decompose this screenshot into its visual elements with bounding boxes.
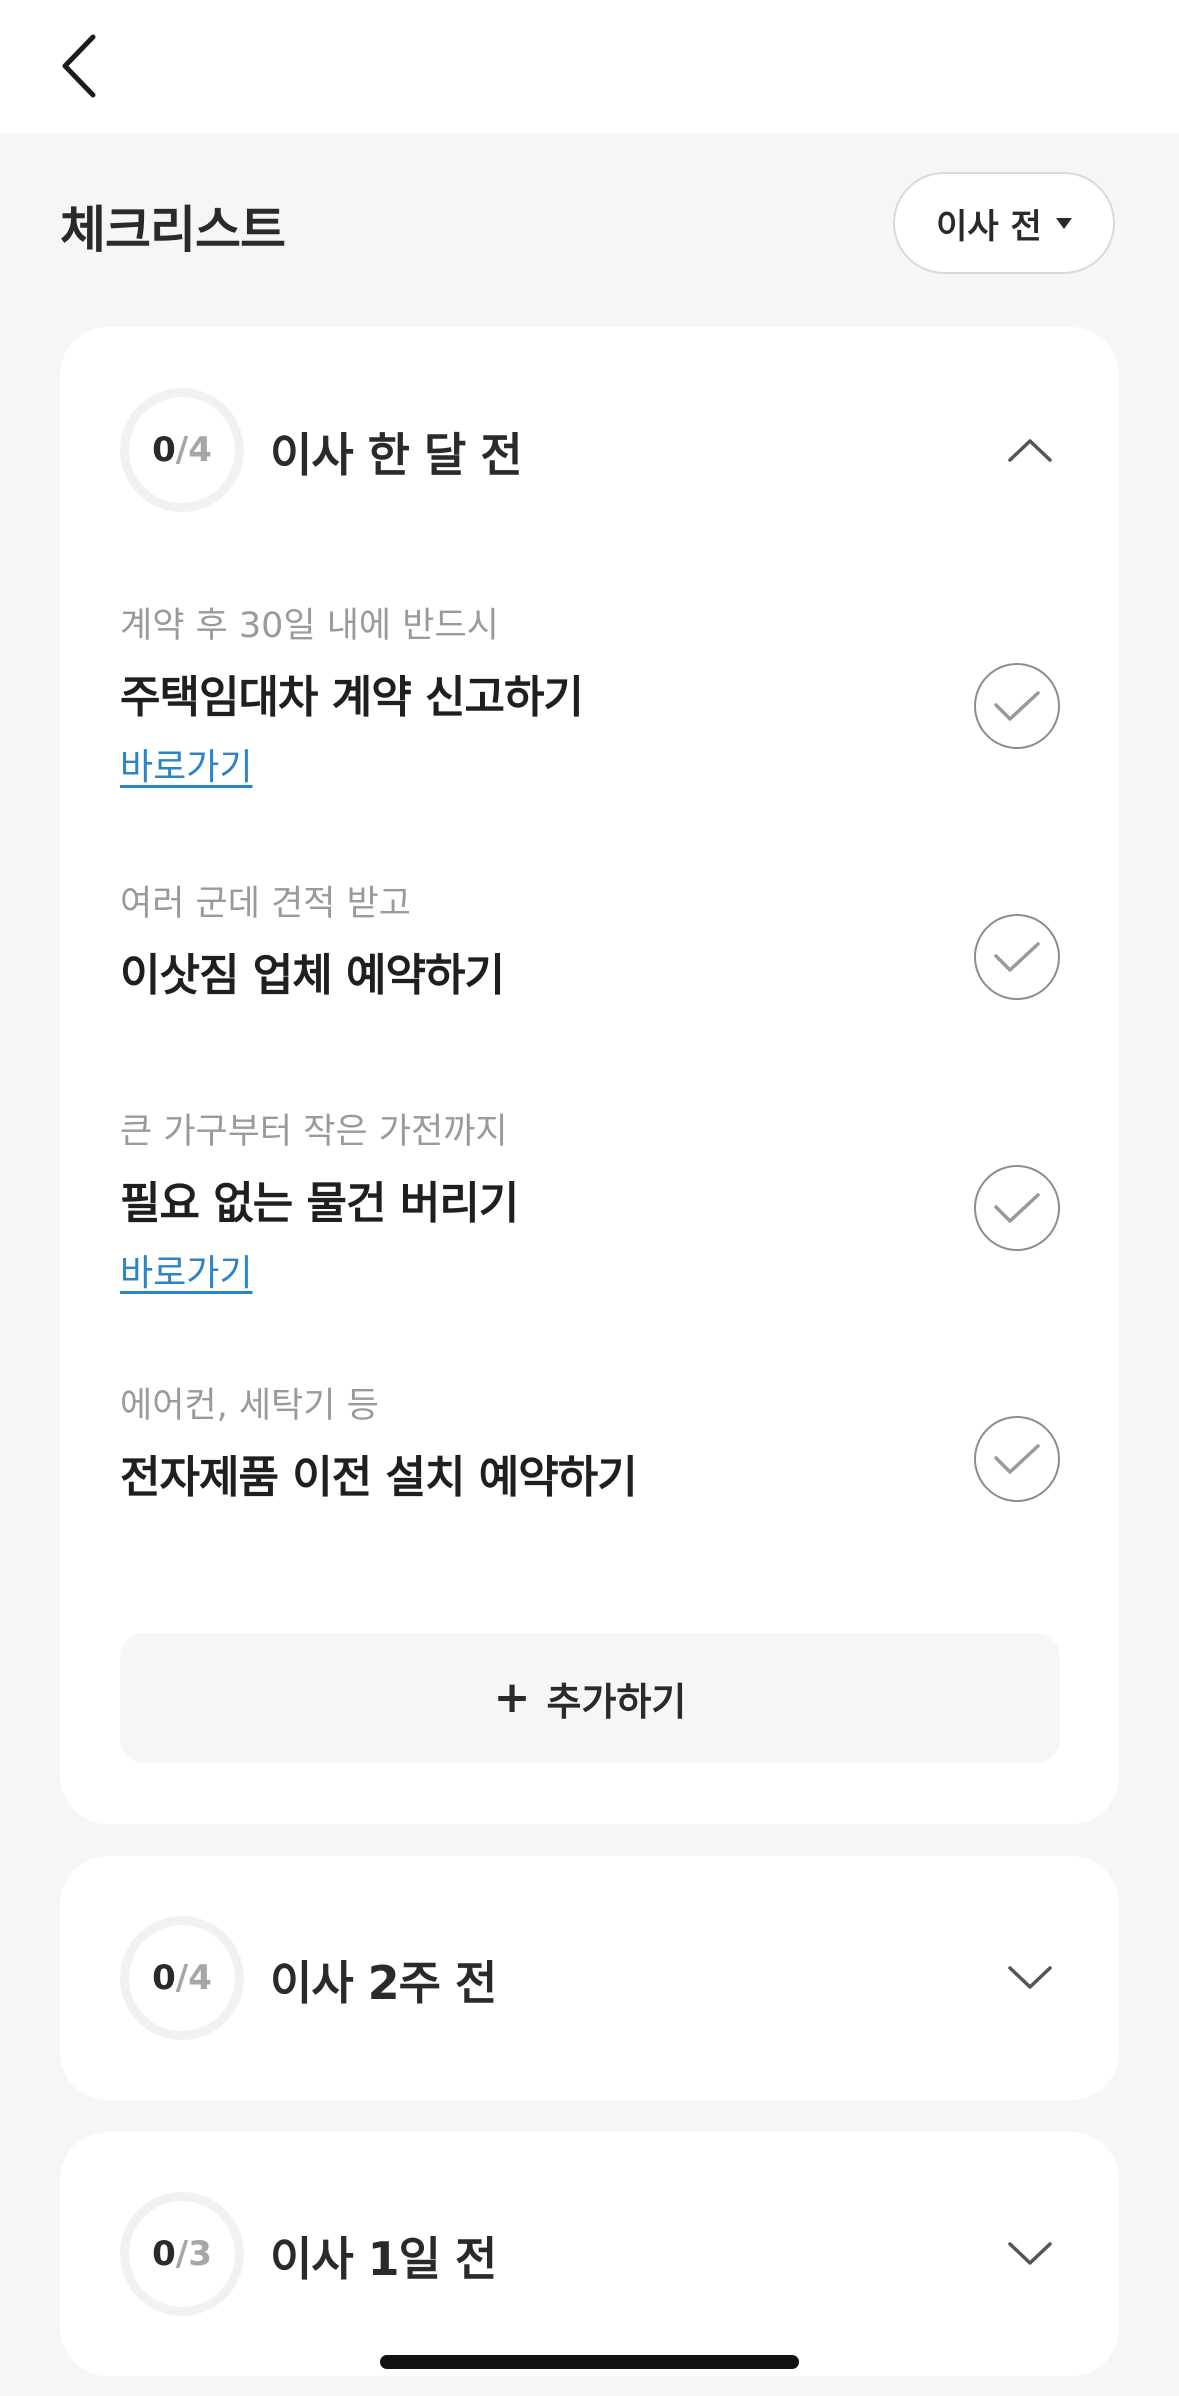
page-title: 체크리스트 [60, 201, 286, 259]
section-title: 이사 한 달 전 [270, 428, 523, 482]
item-subtitle: 계약 후 30일 내에 반드시 [120, 606, 499, 646]
checklist-item: 여러 군데 견적 받고 이삿짐 업체 예약하기 [60, 875, 1119, 1075]
progress-total: 4 [188, 430, 212, 470]
item-subtitle: 큰 가구부터 작은 가전까지 [120, 1112, 508, 1152]
shortcut-link[interactable]: 바로가기 [120, 1244, 252, 1296]
section-title: 이사 1일 전 [270, 2232, 497, 2286]
top-bar [0, 0, 1179, 133]
section-card-one-month-before: 0/4 이사 한 달 전 계약 후 30일 내에 반드시 주택임대차 계약 신고… [60, 327, 1119, 1824]
progress-total: 3 [188, 2234, 212, 2274]
check-button-item-4[interactable] [974, 1416, 1060, 1502]
progress-done: 0 [152, 2234, 176, 2274]
checklist-item: 계약 후 30일 내에 반드시 주택임대차 계약 신고하기 바로가기 [60, 597, 1119, 847]
chevron-down-icon[interactable] [1000, 1958, 1060, 1998]
progress-ring: 0/3 [120, 2192, 244, 2316]
progress-total: 4 [188, 1958, 212, 1998]
add-item-button[interactable]: + 추가하기 [120, 1633, 1060, 1763]
add-item-label: 추가하기 [546, 1679, 687, 1724]
caret-down-icon [1055, 217, 1072, 229]
check-button-item-1[interactable] [974, 663, 1060, 749]
check-icon [994, 691, 1040, 721]
home-indicator [380, 2355, 799, 2369]
item-subtitle: 에어컨, 세탁기 등 [120, 1386, 379, 1426]
check-button-item-3[interactable] [974, 1165, 1060, 1251]
item-title: 전자제품 이전 설치 예약하기 [120, 1452, 638, 1503]
plus-icon: + [493, 1672, 531, 1723]
stage-selector-label: 이사 전 [936, 206, 1042, 247]
progress-done: 0 [152, 1958, 176, 1998]
check-icon [994, 1444, 1040, 1474]
item-title: 이삿짐 업체 예약하기 [120, 950, 505, 1001]
progress-ring: 0/4 [120, 1916, 244, 2040]
checklist-item: 에어컨, 세탁기 등 전자제품 이전 설치 예약하기 [60, 1377, 1119, 1577]
section-header[interactable]: 0/4 이사 한 달 전 [60, 327, 1119, 572]
item-title: 필요 없는 물건 버리기 [120, 1178, 519, 1229]
chevron-left-icon [62, 34, 96, 98]
section-card-two-weeks-before[interactable]: 0/4 이사 2주 전 [60, 1856, 1119, 2100]
stage-selector-dropdown[interactable]: 이사 전 [893, 172, 1115, 274]
check-icon [994, 1193, 1040, 1223]
section-card-one-day-before[interactable]: 0/3 이사 1일 전 [60, 2132, 1119, 2376]
back-button[interactable] [44, 24, 114, 108]
chevron-up-icon[interactable] [1000, 430, 1060, 470]
item-title: 주택임대차 계약 신고하기 [120, 672, 584, 723]
check-icon [994, 942, 1040, 972]
check-button-item-2[interactable] [974, 914, 1060, 1000]
section-title: 이사 2주 전 [270, 1956, 497, 2010]
progress-ring: 0/4 [120, 388, 244, 512]
chevron-down-icon[interactable] [1000, 2234, 1060, 2274]
progress-done: 0 [152, 430, 176, 470]
item-subtitle: 여러 군데 견적 받고 [120, 884, 411, 924]
shortcut-link[interactable]: 바로가기 [120, 738, 252, 790]
checklist-item: 큰 가구부터 작은 가전까지 필요 없는 물건 버리기 바로가기 [60, 1103, 1119, 1353]
